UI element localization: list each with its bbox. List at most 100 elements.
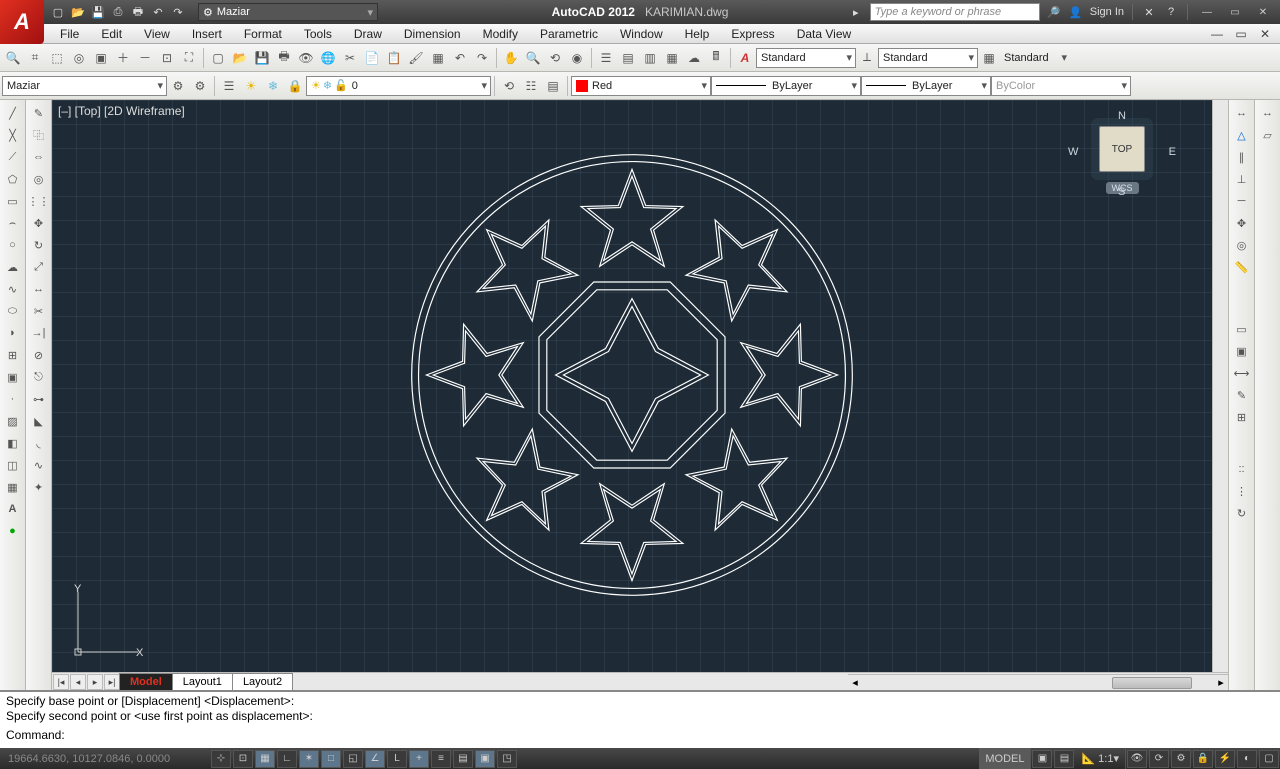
- otrack-icon[interactable]: ∠: [365, 750, 385, 768]
- layer-lock-icon[interactable]: 🔒: [285, 76, 305, 96]
- arr2-icon[interactable]: ⋮: [1232, 481, 1252, 501]
- revcloud-icon[interactable]: ☁: [3, 257, 23, 277]
- dyn-icon[interactable]: +: [409, 750, 429, 768]
- trim-icon[interactable]: ✂: [29, 301, 49, 321]
- menu-view[interactable]: View: [134, 25, 180, 43]
- horiz-icon[interactable]: ─: [1232, 191, 1252, 211]
- copy2-icon[interactable]: ⿻: [29, 125, 49, 145]
- stretch-icon[interactable]: ↔: [29, 279, 49, 299]
- close-button[interactable]: ✕: [1252, 4, 1274, 20]
- text-style-2-dropdown[interactable]: Standard: [878, 48, 978, 68]
- undo2-icon[interactable]: ↶: [450, 48, 470, 68]
- space-button[interactable]: MODEL: [979, 748, 1031, 769]
- qnew-icon[interactable]: ▢: [208, 48, 228, 68]
- line-icon[interactable]: ╱: [3, 103, 23, 123]
- hatch-icon[interactable]: ▨: [3, 411, 23, 431]
- save2-icon[interactable]: 💾: [252, 48, 272, 68]
- match-prop-icon[interactable]: 🖌: [406, 48, 426, 68]
- text-style-3-label[interactable]: Standard: [1000, 48, 1070, 68]
- scale-icon[interactable]: ⤢: [29, 257, 49, 277]
- pan-icon[interactable]: ✋: [501, 48, 521, 68]
- mtext-icon[interactable]: A: [3, 499, 23, 519]
- dcs-icon[interactable]: ▤: [618, 48, 638, 68]
- quickview-layouts-icon[interactable]: ▣: [1032, 750, 1052, 768]
- table-style-icon[interactable]: ▦: [979, 48, 999, 68]
- move-icon[interactable]: ✥: [29, 213, 49, 233]
- doc-close-button[interactable]: ✕: [1254, 26, 1276, 42]
- viewcube-face[interactable]: TOP: [1099, 126, 1145, 172]
- paste-icon[interactable]: 📋: [384, 48, 404, 68]
- doc-restore-button[interactable]: ▭: [1230, 26, 1252, 42]
- edit-icon[interactable]: ✎: [1232, 385, 1252, 405]
- zoom-center-icon[interactable]: ◎: [69, 48, 89, 68]
- ws-gear-icon[interactable]: ⚙: [190, 76, 210, 96]
- search-input[interactable]: Type a keyword or phrase: [870, 3, 1040, 21]
- menu-draw[interactable]: Draw: [344, 25, 392, 43]
- sc-icon[interactable]: ◳: [497, 750, 517, 768]
- ws-switch-icon[interactable]: ⚙: [1171, 750, 1191, 768]
- binoculars-icon[interactable]: 🔎: [1046, 4, 1062, 20]
- plot2-icon[interactable]: 🖶: [274, 48, 294, 68]
- zoom-in-icon[interactable]: ＋: [113, 48, 133, 68]
- 3dosnap-icon[interactable]: ◱: [343, 750, 363, 768]
- offset-icon[interactable]: ◎: [29, 169, 49, 189]
- tab-model[interactable]: Model: [119, 673, 173, 690]
- ducs-icon[interactable]: L: [387, 750, 407, 768]
- zoom-dynamic-icon[interactable]: ⌗: [25, 48, 45, 68]
- annovisibility-icon[interactable]: 👁: [1127, 750, 1147, 768]
- tab-layout1[interactable]: Layout1: [172, 673, 233, 690]
- text-style-1-dropdown[interactable]: Standard: [756, 48, 856, 68]
- minimize-button[interactable]: —: [1196, 4, 1218, 20]
- blend-icon[interactable]: ∿: [29, 455, 49, 475]
- lineweight-dropdown[interactable]: ByLayer: [861, 76, 991, 96]
- color-dropdown[interactable]: Red: [571, 76, 711, 96]
- horizontal-scrollbar[interactable]: ◂ ▸: [848, 674, 1228, 690]
- constraint-icon[interactable]: △: [1232, 125, 1252, 145]
- saveas-icon[interactable]: ⎙: [110, 4, 126, 20]
- polygon-icon[interactable]: ⬠: [3, 169, 23, 189]
- doc-minimize-button[interactable]: —: [1206, 26, 1228, 42]
- array-icon[interactable]: ⋮⋮: [29, 191, 49, 211]
- arc-icon[interactable]: ⌢: [3, 213, 23, 233]
- block-editor-icon[interactable]: ▦: [428, 48, 448, 68]
- clean-screen-icon[interactable]: ▢: [1259, 750, 1279, 768]
- lwt-icon[interactable]: ≡: [431, 750, 451, 768]
- break-icon[interactable]: ⎋: [29, 367, 49, 387]
- add-selected-icon[interactable]: ●: [3, 521, 23, 541]
- layer-freeze-icon[interactable]: ❄: [263, 76, 283, 96]
- signin-label[interactable]: Sign In: [1090, 6, 1124, 18]
- zoom-prev-icon[interactable]: ⟲: [545, 48, 565, 68]
- workspace-dropdown[interactable]: ⚙Maziar: [198, 3, 378, 21]
- layer-prev-icon[interactable]: ⟲: [499, 76, 519, 96]
- text-style-icon[interactable]: A: [735, 48, 755, 68]
- cut-icon[interactable]: ✂: [340, 48, 360, 68]
- layer-iso-icon[interactable]: ▤: [543, 76, 563, 96]
- menu-express[interactable]: Express: [721, 25, 784, 43]
- grp-icon[interactable]: ⊞: [1232, 407, 1252, 427]
- publish-icon[interactable]: 🌐: [318, 48, 338, 68]
- polar-icon[interactable]: ✶: [299, 750, 319, 768]
- qp-icon[interactable]: ▣: [475, 750, 495, 768]
- annoscale[interactable]: 📐 1:1 ▾: [1075, 748, 1126, 769]
- circle-icon[interactable]: ○: [3, 235, 23, 255]
- layer-dropdown[interactable]: ☀❄🔓 0: [306, 76, 491, 96]
- grid-icon[interactable]: ▦: [255, 750, 275, 768]
- undo-icon[interactable]: ↶: [150, 4, 166, 20]
- annoautoscale-icon[interactable]: ⟳: [1149, 750, 1169, 768]
- copy-icon[interactable]: 📄: [362, 48, 382, 68]
- sheetset-icon[interactable]: ▦: [662, 48, 682, 68]
- zoom-scale-icon[interactable]: ⬚: [47, 48, 67, 68]
- workspace-dropdown-2[interactable]: Maziar: [2, 76, 167, 96]
- rectangle-icon[interactable]: ▭: [3, 191, 23, 211]
- menu-format[interactable]: Format: [234, 25, 292, 43]
- erase-icon[interactable]: ✎: [29, 103, 49, 123]
- tab-layout2[interactable]: Layout2: [232, 673, 293, 690]
- menu-modify[interactable]: Modify: [473, 25, 528, 43]
- zoom-object-icon[interactable]: ▣: [91, 48, 111, 68]
- quickcalc-icon[interactable]: 🖩: [706, 48, 726, 68]
- measure-dist-icon[interactable]: ↔: [1258, 103, 1278, 123]
- tab-first-button[interactable]: |◂: [53, 674, 69, 690]
- layer-state-icon[interactable]: ☷: [521, 76, 541, 96]
- wheel-icon[interactable]: ◎: [1232, 235, 1252, 255]
- open-icon[interactable]: 📂: [70, 4, 86, 20]
